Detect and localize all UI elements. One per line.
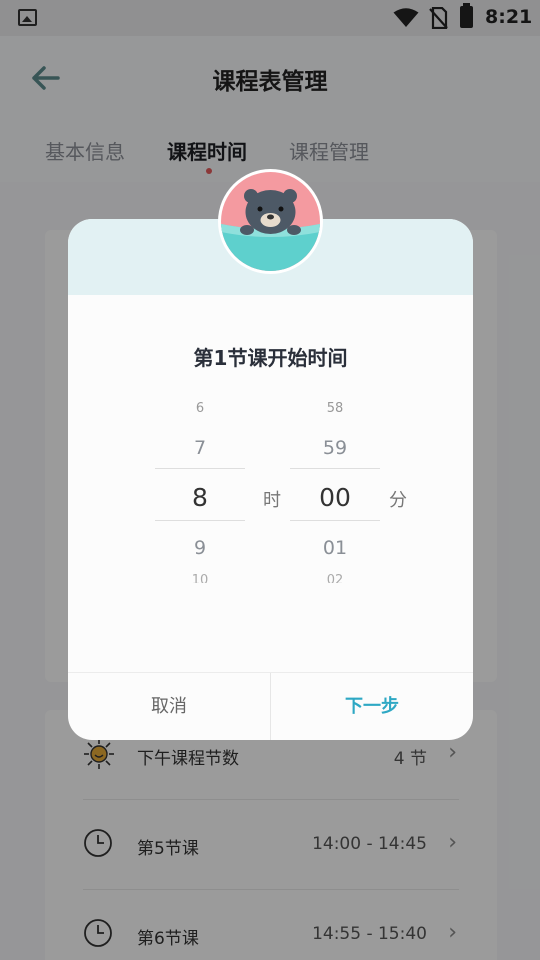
minute-unit-label: 分 xyxy=(389,490,407,511)
picker-option[interactable]: 9 xyxy=(155,537,245,559)
hour-unit-label: 时 xyxy=(263,490,281,511)
bear-avatar xyxy=(218,169,323,274)
picker-option[interactable]: 10 xyxy=(155,573,245,583)
picker-option[interactable]: 7 xyxy=(155,437,245,459)
selection-line xyxy=(290,468,380,469)
dialog-footer: 取消 下一步 xyxy=(68,672,473,740)
picker-option[interactable]: 6 xyxy=(155,401,245,416)
next-step-button[interactable]: 下一步 xyxy=(271,673,473,740)
selection-line xyxy=(155,468,245,469)
selection-line xyxy=(155,520,245,521)
picker-option[interactable]: 59 xyxy=(290,437,380,459)
hour-selected-value[interactable]: 8 xyxy=(155,483,245,512)
picker-option[interactable]: 01 xyxy=(290,537,380,559)
picker-option[interactable]: 02 xyxy=(290,573,380,583)
cancel-button[interactable]: 取消 xyxy=(68,673,270,740)
selection-line xyxy=(290,520,380,521)
dialog-title: 第1节课开始时间 xyxy=(193,346,348,370)
minute-selected-value[interactable]: 00 xyxy=(290,483,380,512)
picker-option[interactable]: 58 xyxy=(290,401,380,416)
bear-illustration xyxy=(221,172,320,271)
start-time-dialog: 第1节课开始时间 6 7 8 9 10 时 58 59 00 01 02 分 取… xyxy=(68,219,473,740)
